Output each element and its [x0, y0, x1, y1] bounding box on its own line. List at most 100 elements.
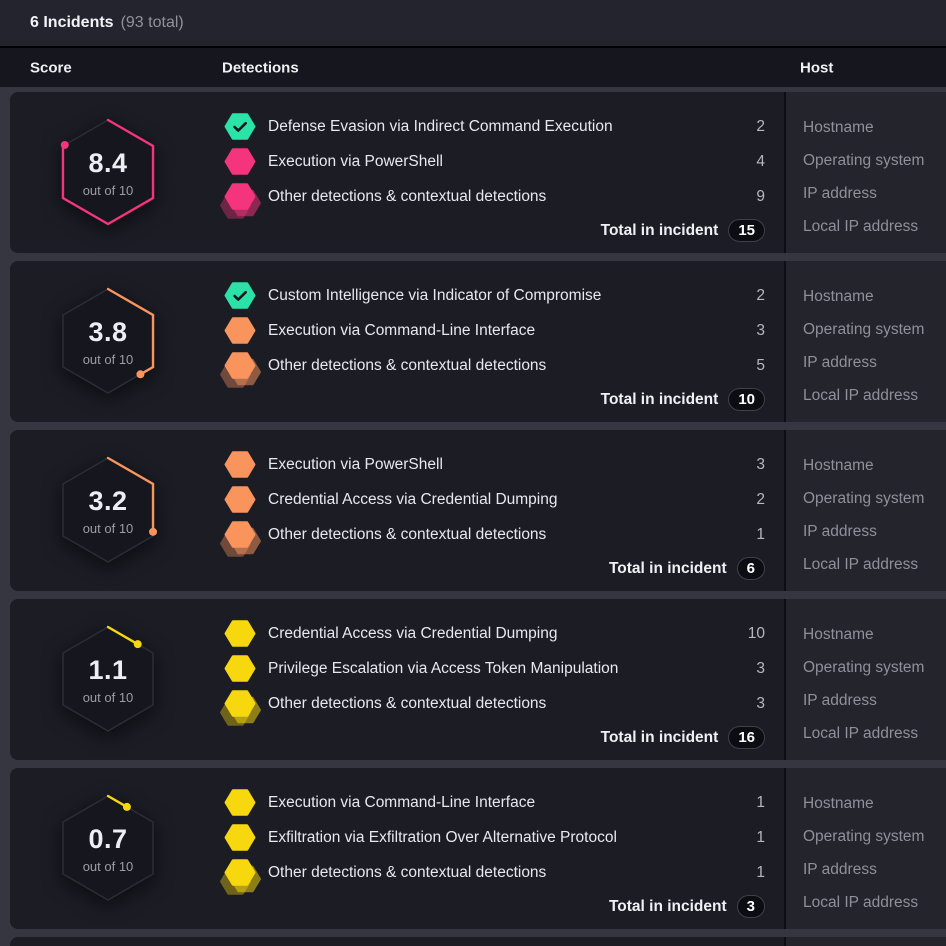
detection-count: 9	[739, 188, 765, 206]
incident-host-cell: HostnameOperating systemIP addressLocal …	[786, 430, 946, 591]
host-field-label: Local IP address	[803, 210, 946, 243]
detection-label: Execution via Command-Line Interface	[268, 322, 739, 340]
host-field-label: Local IP address	[803, 379, 946, 412]
detection-count: 3	[739, 456, 765, 474]
incidents-header: 6 Incidents (93 total)	[0, 0, 946, 48]
detection-check-hexagon-icon	[225, 113, 255, 140]
incident-row[interactable]: 3.2 out of 10 Execution via PowerShell 3…	[10, 430, 946, 591]
total-in-incident-count-badge: 16	[728, 726, 765, 749]
detection-count: 3	[739, 322, 765, 340]
detection-label: Other detections & contextual detections	[268, 188, 739, 206]
total-in-incident-row: Total in incident 3	[225, 895, 765, 918]
detection-item[interactable]: Other detections & contextual detections…	[225, 855, 765, 890]
detection-item[interactable]: Execution via Command-Line Interface 1	[225, 785, 765, 820]
detections-list: Credential Access via Credential Dumping…	[225, 616, 765, 721]
incident-score-value: 3.2	[53, 486, 163, 517]
detection-item[interactable]: Custom Intelligence via Indicator of Com…	[225, 278, 765, 313]
column-header-score[interactable]: Score	[30, 59, 72, 76]
detection-label: Execution via Command-Line Interface	[268, 794, 739, 812]
detection-count: 1	[739, 864, 765, 882]
incident-row[interactable]: 0.7 out of 10 Execution via Command-Line…	[10, 768, 946, 929]
detection-label: Other detections & contextual detections	[268, 526, 739, 544]
score-hexagon-gauge: 3.8 out of 10	[53, 281, 163, 401]
total-in-incident-row: Total in incident 16	[225, 726, 765, 749]
detection-hexagon-icon	[225, 789, 255, 816]
incident-detections-cell: Credential Access via Credential Dumping…	[215, 599, 784, 760]
detection-item[interactable]: Execution via PowerShell 3	[225, 447, 765, 482]
detection-item[interactable]: Execution via PowerShell 4	[225, 144, 765, 179]
host-field-label: IP address	[803, 177, 946, 210]
detection-label: Credential Access via Credential Dumping	[268, 625, 739, 643]
detection-label: Custom Intelligence via Indicator of Com…	[268, 287, 739, 305]
detections-list: Execution via PowerShell 3 Credential Ac…	[225, 447, 765, 552]
column-header-host[interactable]: Host	[800, 59, 833, 76]
incident-row-partial[interactable]	[10, 937, 946, 946]
total-in-incident-row: Total in incident 10	[225, 388, 765, 411]
detection-item[interactable]: Other detections & contextual detections…	[225, 348, 765, 383]
incident-score-value: 3.8	[53, 317, 163, 348]
total-in-incident-label: Total in incident	[609, 898, 727, 916]
detection-item[interactable]: Privilege Escalation via Access Token Ma…	[225, 651, 765, 686]
score-out-of-label: out of 10	[53, 352, 163, 367]
detection-count: 10	[739, 625, 765, 643]
incident-detections-cell: Execution via Command-Line Interface 1 E…	[215, 768, 784, 929]
column-header-detections[interactable]: Detections	[222, 59, 299, 76]
incident-host-cell: HostnameOperating systemIP addressLocal …	[786, 92, 946, 253]
detection-count: 4	[739, 153, 765, 171]
incident-score-cell: 3.2 out of 10	[10, 430, 215, 591]
detection-item[interactable]: Other detections & contextual detections…	[225, 686, 765, 721]
detection-item[interactable]: Credential Access via Credential Dumping…	[225, 616, 765, 651]
incident-host-cell: HostnameOperating systemIP addressLocal …	[786, 768, 946, 929]
detection-count: 1	[739, 794, 765, 812]
detection-count: 1	[739, 829, 765, 847]
incident-host-cell: HostnameOperating systemIP addressLocal …	[786, 261, 946, 422]
incident-score-value: 1.1	[53, 655, 163, 686]
incident-detections-cell: Defense Evasion via Indirect Command Exe…	[215, 92, 784, 253]
total-in-incident-count-badge: 15	[728, 219, 765, 242]
detection-item[interactable]: Other detections & contextual detections…	[225, 179, 765, 214]
page-title: 6 Incidents	[30, 14, 114, 32]
detection-hexagon-stack-icon	[225, 521, 255, 548]
incident-detections-cell	[215, 937, 784, 946]
detection-hexagon-icon	[225, 451, 255, 478]
incident-row[interactable]: 3.8 out of 10 Custom Intelligence via In…	[10, 261, 946, 422]
score-out-of-label: out of 10	[53, 521, 163, 536]
detection-item[interactable]: Exfiltration via Exfiltration Over Alter…	[225, 820, 765, 855]
detection-check-hexagon-icon	[225, 282, 255, 309]
host-field-label: IP address	[803, 346, 946, 379]
incident-score-value: 8.4	[53, 148, 163, 179]
detection-label: Credential Access via Credential Dumping	[268, 491, 739, 509]
detection-hexagon-icon	[225, 317, 255, 344]
total-in-incident-count-badge: 10	[728, 388, 765, 411]
detection-item[interactable]: Defense Evasion via Indirect Command Exe…	[225, 109, 765, 144]
detection-count: 2	[739, 491, 765, 509]
score-hexagon-gauge: 1.1 out of 10	[53, 619, 163, 739]
detection-item[interactable]: Other detections & contextual detections…	[225, 517, 765, 552]
host-field-label: IP address	[803, 684, 946, 717]
total-in-incident-label: Total in incident	[609, 560, 727, 578]
detection-hexagon-stack-icon	[225, 352, 255, 379]
detection-count: 2	[739, 118, 765, 136]
total-in-incident-label: Total in incident	[601, 729, 719, 747]
incident-score-cell: 3.8 out of 10	[10, 261, 215, 422]
total-in-incident-count-badge: 6	[737, 557, 765, 580]
detection-item[interactable]: Execution via Command-Line Interface 3	[225, 313, 765, 348]
detection-label: Defense Evasion via Indirect Command Exe…	[268, 118, 739, 136]
incident-score-cell: 0.7 out of 10	[10, 768, 215, 929]
page-subtitle: (93 total)	[121, 14, 184, 32]
incident-score-cell: 1.1 out of 10	[10, 599, 215, 760]
score-hexagon-gauge: 3.2 out of 10	[53, 450, 163, 570]
host-field-label: Local IP address	[803, 886, 946, 919]
total-in-incident-row: Total in incident 15	[225, 219, 765, 242]
score-out-of-label: out of 10	[53, 859, 163, 874]
host-field-label: Hostname	[803, 618, 946, 651]
detection-count: 3	[739, 660, 765, 678]
incident-detections-cell: Execution via PowerShell 3 Credential Ac…	[215, 430, 784, 591]
incident-row[interactable]: 1.1 out of 10 Credential Access via Cred…	[10, 599, 946, 760]
detection-label: Other detections & contextual detections	[268, 695, 739, 713]
detection-hexagon-stack-icon	[225, 183, 255, 210]
incident-row[interactable]: 8.4 out of 10 Defense Evasion via Indire…	[10, 92, 946, 253]
host-field-label: Operating system	[803, 313, 946, 346]
host-field-label: IP address	[803, 515, 946, 548]
detection-item[interactable]: Credential Access via Credential Dumping…	[225, 482, 765, 517]
